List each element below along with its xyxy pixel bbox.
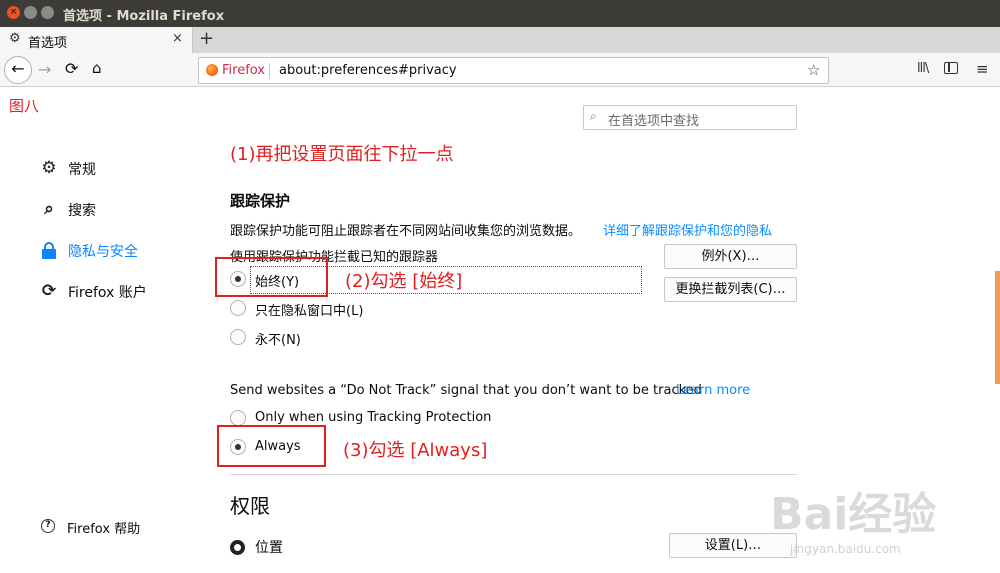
location-icon [230,540,245,555]
radio-label: 永不(N) [255,333,301,348]
sidebar-item-label: 常规 [68,162,96,178]
reload-button[interactable]: ⟳ [65,59,78,78]
search-icon: ⌕ [590,109,597,123]
sidebar-item-label: 搜索 [68,203,96,219]
url-text[interactable]: about:preferences#privacy [279,63,457,78]
tab-label: 首选项 [28,36,68,51]
url-bar[interactable]: Firefox about:preferences#privacy ☆ [198,57,829,84]
preferences-page: 图八 ⌕ 在首选项中查找 ⚙ 常规 ⌕ 搜索 隐私与安全 ⟳ Firefox 账… [0,87,1000,573]
tracking-protection-heading: 跟踪保护 [230,192,291,210]
back-button[interactable]: ← [4,56,32,84]
watermark-text: Bai经验 [770,489,937,540]
annotation-figure-label: 图八 [9,97,40,115]
dnt-label: Send websites a “Do Not Track” signal th… [230,383,702,398]
window-close-button[interactable]: × [7,6,20,19]
new-tab-button[interactable]: + [199,28,214,49]
preferences-search-input[interactable]: ⌕ 在首选项中查找 [583,105,797,130]
tracking-description: 跟踪保护功能可阻止跟踪者在不同网站间收集您的浏览数据。 [230,224,582,239]
section-divider [230,474,797,475]
permissions-heading: 权限 [230,494,270,518]
location-label: 位置 [255,540,283,556]
window-title: 首选项 - Mozilla Firefox [63,9,225,24]
bookmark-star-icon[interactable]: ☆ [807,61,820,79]
search-icon: ⌕ [44,199,54,219]
tab-bar: ⚙ 首选项 × + [0,27,1000,53]
firefox-icon [206,64,218,76]
hamburger-menu-icon[interactable]: ≡ [976,60,989,78]
watermark-logo: Bai经验 jingyan.baidu.com [770,458,980,568]
annotation-step3: (3)勾选 [Always] [343,440,488,461]
help-icon: ? [41,519,55,533]
gear-icon: ⚙ [9,31,21,46]
gear-icon: ⚙ [41,158,57,178]
change-block-list-button[interactable]: 更换拦截列表(C)… [664,277,797,302]
lock-icon [42,242,56,259]
radio-button[interactable] [230,410,246,426]
close-icon[interactable]: × [172,31,183,46]
library-icon[interactable]: lll\ [917,61,929,76]
title-bar: × 首选项 - Mozilla Firefox [0,0,1000,27]
forward-button[interactable]: → [38,60,51,79]
radio-button[interactable] [230,300,246,316]
radio-label: 只在隐私窗口中(L) [255,304,364,319]
scrollbar-indicator[interactable] [995,271,1000,384]
radio-button[interactable] [230,329,246,345]
annotation-box-step3 [217,425,326,467]
sync-icon: ⟳ [41,281,57,301]
url-identity-label: Firefox [222,63,266,78]
sidebar-item-label: 隐私与安全 [68,244,138,260]
navigation-toolbar: ← → ⟳ ⌂ Firefox about:preferences#privac… [0,53,1000,87]
annotation-step2: (2)勾选 [始终] [345,271,463,292]
watermark-url: jingyan.baidu.com [790,542,901,556]
tab-preferences[interactable]: ⚙ 首选项 × [0,27,193,53]
help-label: Firefox 帮助 [67,522,141,537]
annotation-step1: (1)再把设置页面往下拉一点 [230,144,454,165]
home-button[interactable]: ⌂ [92,59,102,77]
window-minimize-button[interactable] [24,6,37,19]
sidebar-toggle-icon[interactable] [944,62,958,74]
sidebar-item-label: Firefox 账户 [68,285,147,301]
url-separator [269,63,270,79]
exceptions-button[interactable]: 例外(X)… [664,244,797,269]
annotation-box-step2 [215,257,328,297]
search-placeholder: 在首选项中查找 [608,114,700,129]
radio-label: Only when using Tracking Protection [255,410,492,425]
tracking-learn-more-link[interactable]: 详细了解跟踪保护和您的隐私 [603,220,772,239]
window-maximize-button[interactable] [41,6,54,19]
dnt-learn-more-link[interactable]: Learn more [676,383,750,398]
